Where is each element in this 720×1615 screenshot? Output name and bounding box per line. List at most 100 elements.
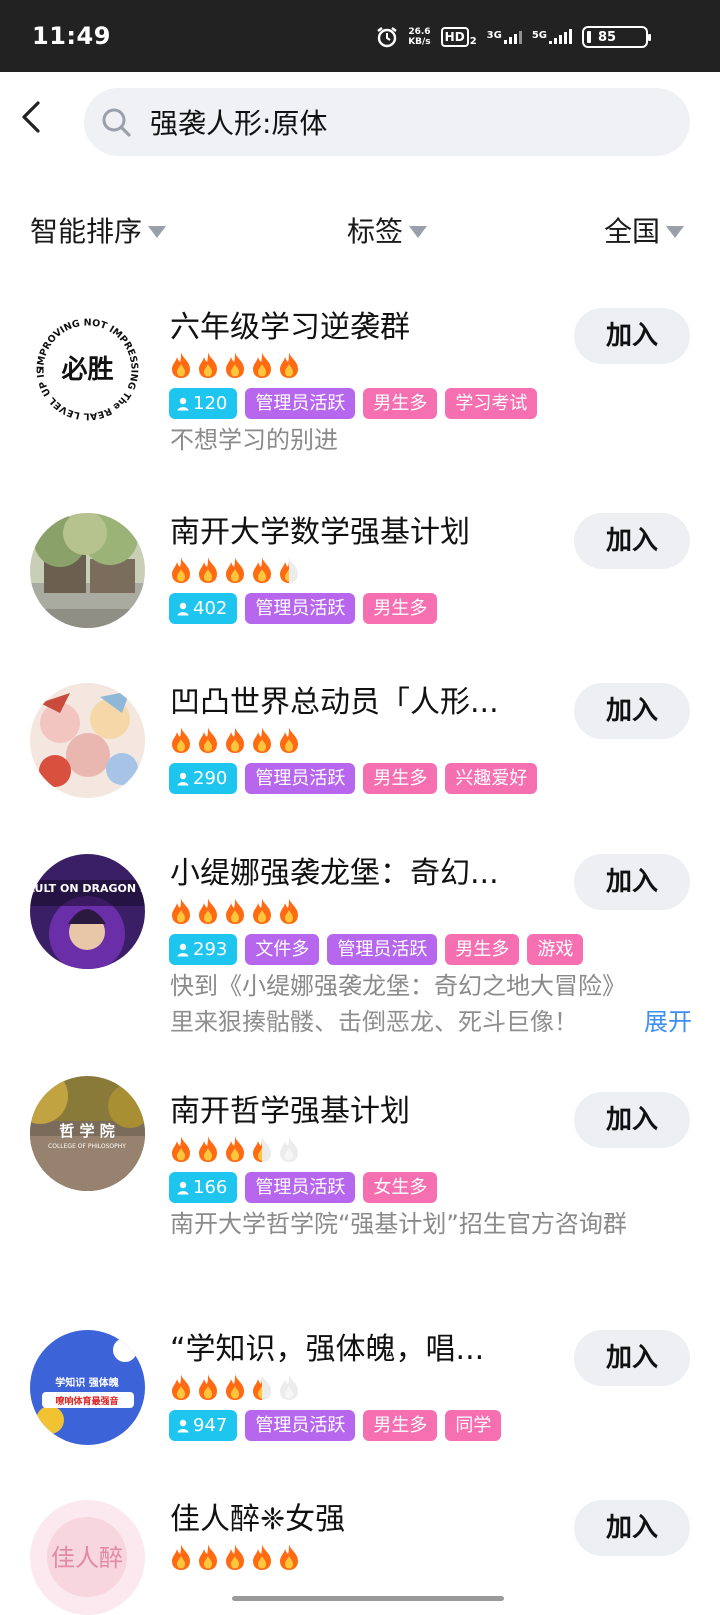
- group-tag: 学习考试: [445, 388, 538, 419]
- network-speed: 26.6 KB/s: [408, 27, 431, 47]
- svg-text:学知识 强体魄: 学知识 强体魄: [55, 1376, 118, 1389]
- fire-icon: [169, 1373, 193, 1405]
- member-count: 293: [193, 939, 228, 960]
- member-count-badge: 120: [169, 388, 238, 419]
- filter-sort[interactable]: 智能排序: [30, 210, 167, 250]
- join-button[interactable]: 加入: [574, 1092, 690, 1148]
- person-icon: [177, 943, 189, 956]
- group-tag: 管理员活跃: [245, 1410, 356, 1441]
- join-button[interactable]: 加入: [574, 1500, 690, 1556]
- filter-region[interactable]: 全国: [604, 210, 685, 250]
- fire-icon: [277, 897, 301, 929]
- member-count: 166: [193, 1177, 228, 1198]
- group-tag: 管理员活跃: [245, 593, 356, 624]
- group-tags: 290 管理员活跃 男生多 兴趣爱好: [169, 763, 538, 794]
- fire-icon: [223, 1543, 247, 1575]
- heat-rating: [169, 897, 301, 929]
- join-button[interactable]: 加入: [574, 1330, 690, 1386]
- svg-text:必胜: 必胜: [61, 355, 113, 385]
- member-count: 402: [193, 598, 228, 619]
- group-tag: 管理员活跃: [245, 1172, 356, 1203]
- caret-down-icon: [148, 226, 167, 238]
- battery-icon: 85: [582, 26, 651, 48]
- fire-icon: [196, 351, 220, 383]
- group-avatar[interactable]: [30, 513, 145, 628]
- group-tag: 男生多: [363, 763, 438, 794]
- group-name[interactable]: 南开哲学强基计划: [170, 1086, 410, 1130]
- filter-sort-label: 智能排序: [30, 215, 143, 248]
- svg-text:COLLEGE OF PHILOSOPHY: COLLEGE OF PHILOSOPHY: [48, 1143, 126, 1150]
- home-indicator[interactable]: [232, 1596, 504, 1601]
- person-icon: [177, 1181, 189, 1194]
- fire-icon: [196, 726, 220, 758]
- fire-icon: [223, 897, 247, 929]
- filter-bar: 智能排序 标签 全国: [0, 210, 720, 256]
- fire-icon: [277, 1543, 301, 1575]
- member-count-badge: 402: [169, 593, 238, 624]
- fire-icon: [223, 351, 247, 383]
- fire-icon: [169, 351, 193, 383]
- search-icon: [102, 108, 131, 137]
- back-arrow-icon[interactable]: [14, 100, 48, 134]
- caret-down-icon: [666, 226, 685, 238]
- member-count-badge: 290: [169, 763, 238, 794]
- heat-rating: [169, 726, 301, 758]
- svg-text:嘹响体育最强音: 嘹响体育最强音: [55, 1395, 118, 1407]
- fire-icon: [223, 1135, 247, 1167]
- join-button[interactable]: 加入: [574, 513, 690, 569]
- group-avatar[interactable]: 哲 学 院 COLLEGE OF PHILOSOPHY: [30, 1076, 145, 1191]
- member-count: 120: [193, 393, 228, 414]
- group-tag: 男生多: [363, 388, 438, 419]
- status-time: 11:49: [32, 22, 111, 50]
- join-button[interactable]: 加入: [574, 683, 690, 739]
- group-name[interactable]: 六年级学习逆袭群: [170, 302, 410, 346]
- group-avatar[interactable]: [30, 683, 145, 798]
- fire-icon: [196, 1543, 220, 1575]
- person-icon: [177, 602, 189, 615]
- fire-icon: [169, 556, 193, 588]
- search-input[interactable]: [150, 88, 670, 156]
- filter-tag[interactable]: 标签: [347, 210, 428, 250]
- group-name[interactable]: 南开大学数学强基计划: [170, 507, 470, 551]
- group-avatar[interactable]: 学知识 强体魄 嘹响体育最强音: [30, 1330, 145, 1445]
- group-tag: 管理员活跃: [245, 763, 356, 794]
- group-avatar[interactable]: ASSAULT ON DRAGON KEEP: [30, 854, 145, 969]
- svg-text:哲 学 院: 哲 学 院: [59, 1122, 114, 1140]
- group-avatar[interactable]: IMPROVING NOT IMPRESSING The REAL LEVEL …: [30, 312, 145, 427]
- person-icon: [177, 397, 189, 410]
- signal-3g: 3G: [487, 30, 522, 44]
- member-count-badge: 293: [169, 934, 238, 965]
- fire-icon: [277, 726, 301, 758]
- heat-rating: [169, 1373, 301, 1405]
- expand-link[interactable]: 展开: [620, 1004, 692, 1040]
- join-button[interactable]: 加入: [574, 854, 690, 910]
- fire-icon: [196, 897, 220, 929]
- group-tag: 男生多: [445, 934, 520, 965]
- fire-icon: [169, 897, 193, 929]
- filter-tag-label: 标签: [347, 215, 404, 248]
- group-tags: 166 管理员活跃 女生多: [169, 1172, 438, 1203]
- status-bar: 11:49 26.6 KB/s HD 2 3G 5G 85: [0, 0, 720, 72]
- member-count-badge: 166: [169, 1172, 238, 1203]
- group-avatar[interactable]: 佳人醉: [30, 1500, 145, 1615]
- fire-icon: [196, 1135, 220, 1167]
- heat-rating: [169, 1135, 301, 1167]
- group-tag: 男生多: [363, 593, 438, 624]
- heat-rating: [169, 556, 301, 588]
- fire-icon: [277, 1373, 301, 1405]
- fire-icon: [250, 556, 274, 588]
- group-name[interactable]: 凹凸世界总动员「人形...: [170, 677, 499, 721]
- group-name[interactable]: 小缇娜强袭龙堡：奇幻...: [170, 848, 499, 892]
- group-tags: 402 管理员活跃 男生多: [169, 593, 438, 624]
- group-name[interactable]: “学知识，强体魄，唱...: [170, 1324, 484, 1368]
- group-name[interactable]: 佳人醉❈女强: [170, 1494, 345, 1538]
- member-count-badge: 947: [169, 1410, 238, 1441]
- join-button[interactable]: 加入: [574, 308, 690, 364]
- person-icon: [177, 1419, 189, 1432]
- group-tag: 游戏: [527, 934, 584, 965]
- group-tag: 兴趣爱好: [445, 763, 538, 794]
- group-tag: 同学: [445, 1410, 502, 1441]
- fire-icon: [223, 726, 247, 758]
- group-tag: 女生多: [363, 1172, 438, 1203]
- search-bar[interactable]: [84, 88, 690, 156]
